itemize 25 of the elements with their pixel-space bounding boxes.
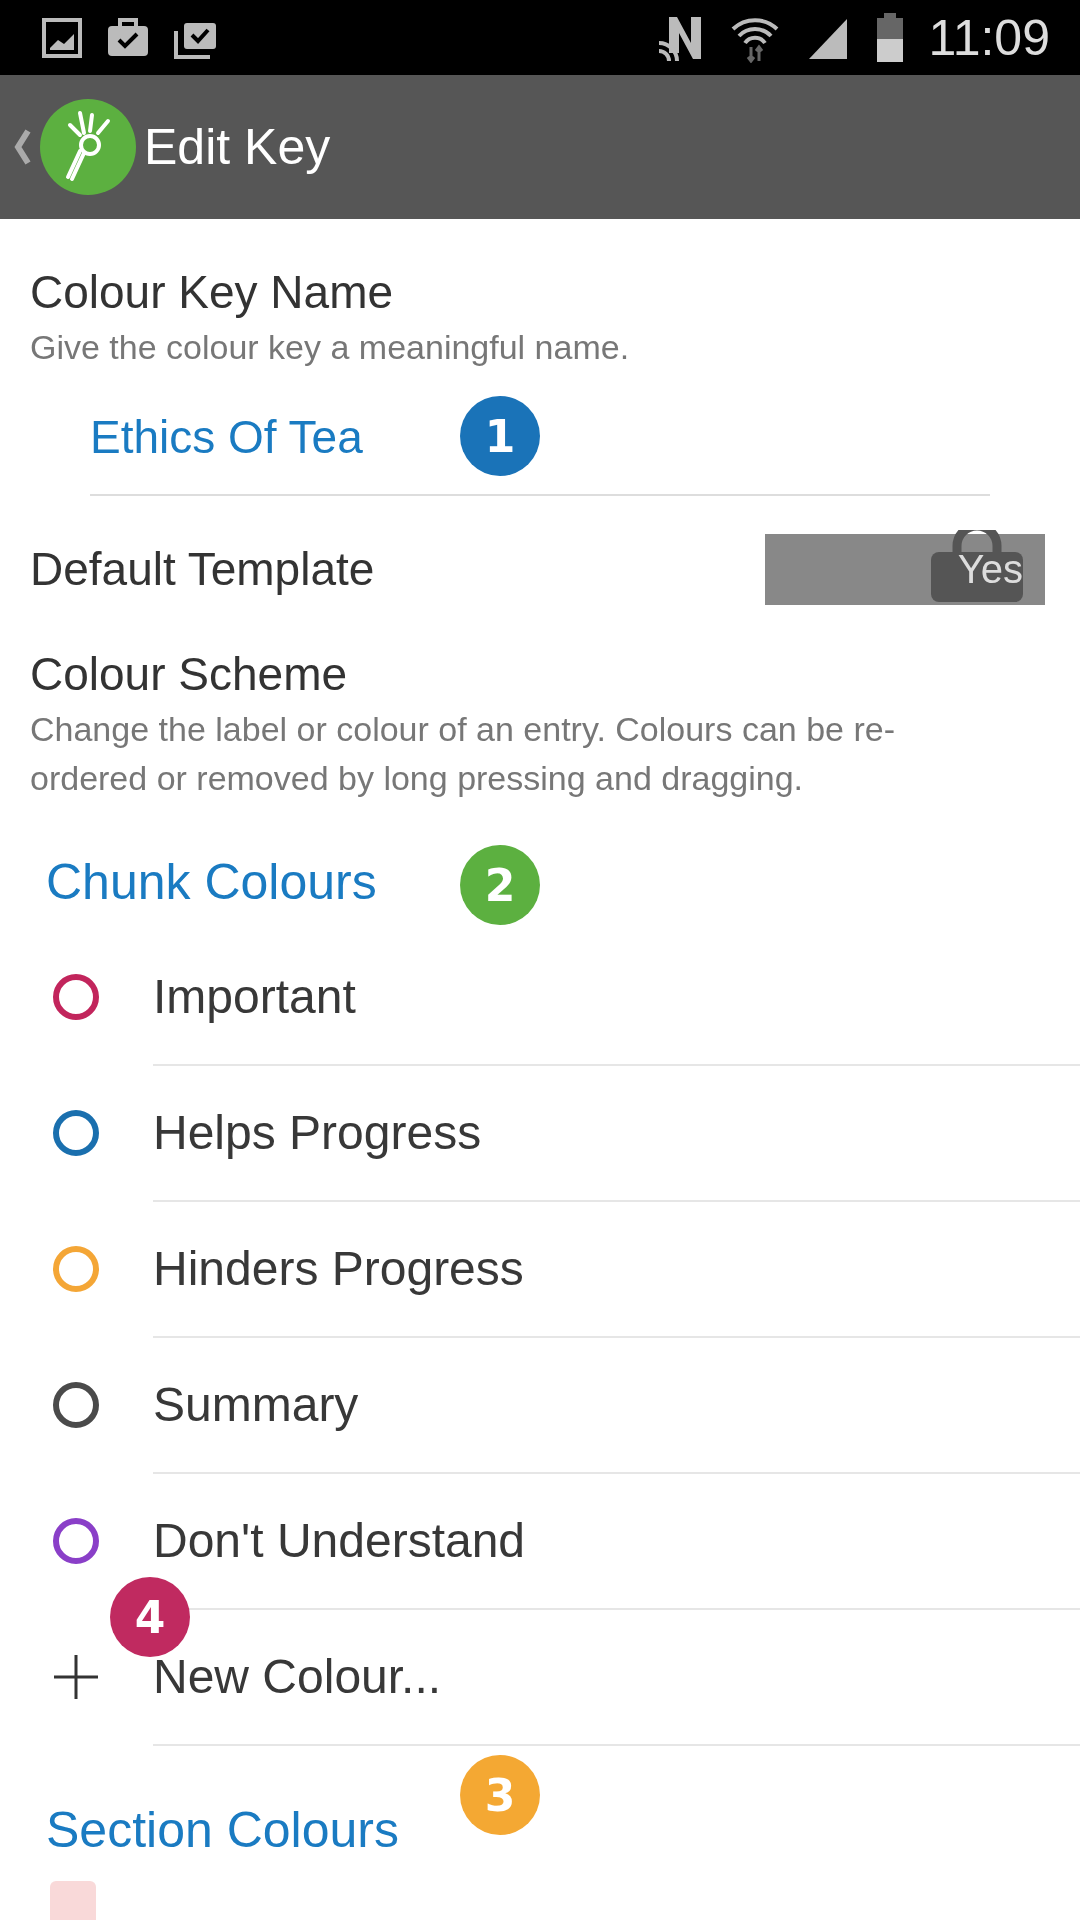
plus-icon[interactable] — [51, 1653, 100, 1702]
section-heading: Section Colours — [46, 1801, 399, 1860]
colour-list-item[interactable]: Important — [153, 928, 1080, 1067]
briefcase-check-icon — [106, 17, 150, 58]
number-badge: 4 — [110, 1577, 190, 1658]
battery-icon — [874, 12, 905, 63]
colour-list-item[interactable]: Helps Progress — [153, 1064, 1080, 1203]
colour-list-item[interactable]: Hinders Progress — [153, 1200, 1080, 1339]
gallery-icon — [42, 17, 82, 58]
colour-list-item[interactable]: Summary — [153, 1336, 1080, 1475]
app-logo-icon — [40, 99, 136, 195]
screen-title: Edit Key — [144, 118, 331, 176]
clock-time: 11:09 — [928, 8, 1050, 67]
section-title: Colour Scheme — [30, 647, 349, 703]
section-title: Colour Key Name — [30, 265, 395, 320]
number-badge: 2 — [460, 845, 540, 926]
lock-icon — [929, 530, 1025, 603]
hint-text: Give the colour key a meaningful name. — [30, 326, 631, 368]
back-chevron-icon[interactable] — [12, 127, 32, 167]
number-badge: 1 — [460, 396, 540, 477]
toggle-text: Yes — [957, 547, 1023, 593]
description-text: Change the label or colour of an entry. Colours can be re-ordered or removed by long pressing and dragging. — [30, 708, 896, 800]
section-heading: Chunk Colours — [46, 853, 377, 912]
setting-label: Default Template — [30, 541, 375, 597]
number-badge: 3 — [460, 1755, 540, 1836]
